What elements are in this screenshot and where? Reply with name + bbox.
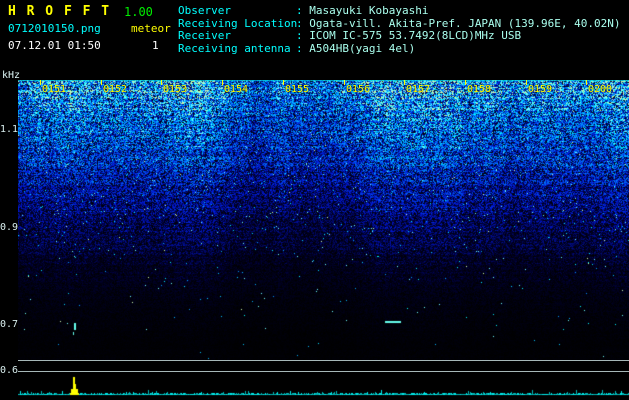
mode-label: meteor bbox=[131, 22, 171, 35]
station-info-label: Receiver bbox=[178, 29, 231, 42]
station-info-row: Receiving antenna: A504HB(yagi 4el) bbox=[178, 41, 628, 56]
app-version: 1.00 bbox=[124, 5, 153, 19]
station-info-value: Masayuki Kobayashi bbox=[309, 4, 429, 17]
datetime-label: 07.12.01 01:50 bbox=[8, 39, 101, 52]
output-filename: 0712010150.png bbox=[8, 22, 101, 35]
freq-axis-label: 0.6 bbox=[0, 365, 19, 376]
separator-line-lower bbox=[18, 371, 629, 372]
station-info-row: Observer: Masayuki Kobayashi bbox=[178, 4, 628, 18]
freq-axis-label: 0.7 bbox=[0, 319, 19, 330]
station-info-value: A504HB(yagi 4el) bbox=[309, 41, 416, 55]
app-title: H R O F F T bbox=[8, 4, 111, 19]
meteor-count: 1 bbox=[152, 39, 159, 52]
station-info-label: Observer bbox=[178, 4, 231, 17]
separator-line-upper bbox=[18, 360, 629, 361]
station-info: Observer: Masayuki Kobayashi Receiving Lo… bbox=[178, 4, 628, 56]
freq-axis-label: 0.9 bbox=[0, 222, 19, 233]
activity-graph-canvas bbox=[18, 372, 629, 400]
spectrogram-canvas bbox=[18, 80, 629, 360]
station-info-separator: : bbox=[296, 4, 310, 17]
station-info-separator: : bbox=[296, 29, 310, 42]
freq-axis-label: 1.1 bbox=[0, 124, 19, 135]
station-info-separator: : bbox=[296, 41, 310, 55]
station-info-value: ICOM IC-575 53.7492(8LCD)MHz USB bbox=[309, 29, 522, 42]
station-info-label: Receiving antenna bbox=[178, 41, 291, 55]
hrofft-screen: H R O F F T 1.00 0712010150.png meteor 0… bbox=[0, 0, 629, 400]
station-info-row: Receiver: ICOM IC-575 53.7492(8LCD)MHz U… bbox=[178, 29, 628, 43]
